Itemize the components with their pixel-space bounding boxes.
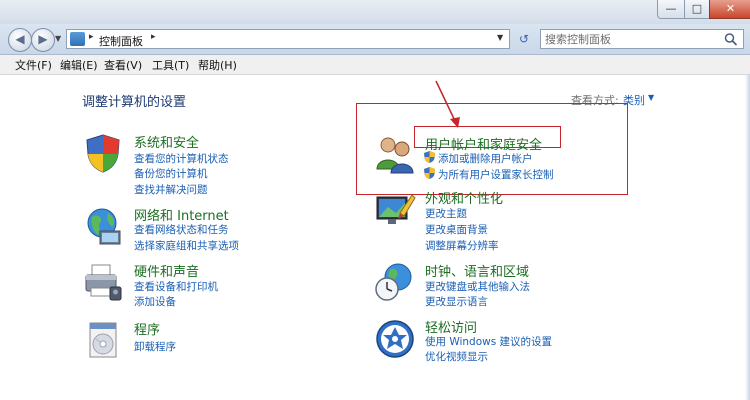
- category-title-appearance[interactable]: 外观和个性化: [425, 188, 503, 207]
- category-title-system-security[interactable]: 系统和安全: [134, 132, 199, 151]
- address-dropdown-icon[interactable]: ▼: [497, 33, 503, 42]
- maximize-button[interactable]: □: [684, 0, 710, 19]
- search-icon[interactable]: [723, 32, 739, 46]
- uac-shield-icon: [424, 151, 435, 163]
- menu-edit[interactable]: 编辑(E): [60, 57, 98, 73]
- users-icon[interactable]: [374, 133, 416, 175]
- navigation-bar: ◀ ▶ ▼ ▸ 控制面板 ▸ ▼ ↺: [0, 24, 750, 55]
- recent-pages-dropdown-icon[interactable]: ▼: [55, 34, 61, 43]
- programs-icon[interactable]: [82, 319, 124, 361]
- forward-button[interactable]: ▶: [31, 28, 55, 52]
- window-border: [745, 75, 750, 400]
- link-recommended-settings[interactable]: 使用 Windows 建议的设置: [425, 334, 552, 349]
- annotation-arrow: [435, 80, 460, 128]
- menu-bar: 文件(F) 编辑(E) 查看(V) 工具(T) 帮助(H): [0, 55, 750, 75]
- link-devices-printers[interactable]: 查看设备和打印机: [134, 279, 218, 294]
- link-change-display-language[interactable]: 更改显示语言: [425, 294, 488, 309]
- search-input[interactable]: [545, 32, 715, 46]
- appearance-icon[interactable]: [374, 191, 416, 233]
- clock-globe-icon[interactable]: [374, 261, 416, 303]
- category-title-clock-language-region[interactable]: 时钟、语言和区域: [425, 261, 529, 280]
- link-change-keyboard[interactable]: 更改键盘或其他输入法: [425, 279, 530, 294]
- page-title: 调整计算机的设置: [82, 95, 187, 110]
- title-bar: — □ ✕: [0, 0, 750, 24]
- breadcrumb-control-panel[interactable]: 控制面板: [99, 33, 143, 49]
- link-view-computer-status[interactable]: 查看您的计算机状态: [134, 151, 229, 166]
- printer-icon[interactable]: [82, 261, 124, 303]
- link-adjust-resolution[interactable]: 调整屏幕分辨率: [425, 238, 499, 253]
- control-panel-content: 调整计算机的设置 查看方式: 类别 ▼ 系统和安全 查看您的计算机状态 备份您的…: [0, 75, 750, 400]
- link-change-theme[interactable]: 更改主题: [425, 206, 467, 221]
- link-homegroup-sharing[interactable]: 选择家庭组和共享选项: [134, 238, 239, 253]
- link-add-remove-accounts[interactable]: 添加或删除用户帐户: [438, 151, 533, 166]
- link-view-network-status[interactable]: 查看网络状态和任务: [134, 222, 229, 237]
- link-optimize-video-display[interactable]: 优化视频显示: [425, 349, 488, 364]
- breadcrumb-separator-icon[interactable]: ▸: [89, 32, 94, 42]
- menu-file[interactable]: 文件(F): [15, 57, 52, 73]
- menu-view[interactable]: 查看(V): [104, 57, 142, 73]
- close-button[interactable]: ✕: [709, 0, 750, 19]
- view-by-chevron-icon[interactable]: ▼: [648, 93, 654, 102]
- link-change-desktop-background[interactable]: 更改桌面背景: [425, 222, 488, 237]
- breadcrumb-separator-icon[interactable]: ▸: [151, 32, 156, 42]
- category-title-programs[interactable]: 程序: [134, 319, 160, 338]
- address-bar[interactable]: ▸ 控制面板 ▸ ▼: [66, 29, 510, 49]
- link-uninstall-program[interactable]: 卸载程序: [134, 339, 176, 354]
- network-globe-icon[interactable]: [82, 205, 124, 247]
- shield-icon[interactable]: [82, 132, 124, 174]
- search-box[interactable]: [540, 29, 744, 49]
- refresh-button[interactable]: ↺: [513, 30, 535, 48]
- back-button[interactable]: ◀: [8, 28, 32, 52]
- link-add-device[interactable]: 添加设备: [134, 294, 176, 309]
- menu-help[interactable]: 帮助(H): [198, 57, 237, 73]
- ease-of-access-icon[interactable]: [374, 318, 416, 360]
- uac-shield-icon: [424, 167, 435, 179]
- link-parental-controls[interactable]: 为所有用户设置家长控制: [438, 167, 554, 182]
- category-title-hardware-sound[interactable]: 硬件和声音: [134, 261, 199, 280]
- minimize-button[interactable]: —: [657, 0, 685, 19]
- menu-tools[interactable]: 工具(T): [152, 57, 189, 73]
- control-panel-icon: [70, 32, 85, 46]
- link-find-fix-problems[interactable]: 查找并解决问题: [134, 182, 208, 197]
- link-backup-computer[interactable]: 备份您的计算机: [134, 166, 208, 181]
